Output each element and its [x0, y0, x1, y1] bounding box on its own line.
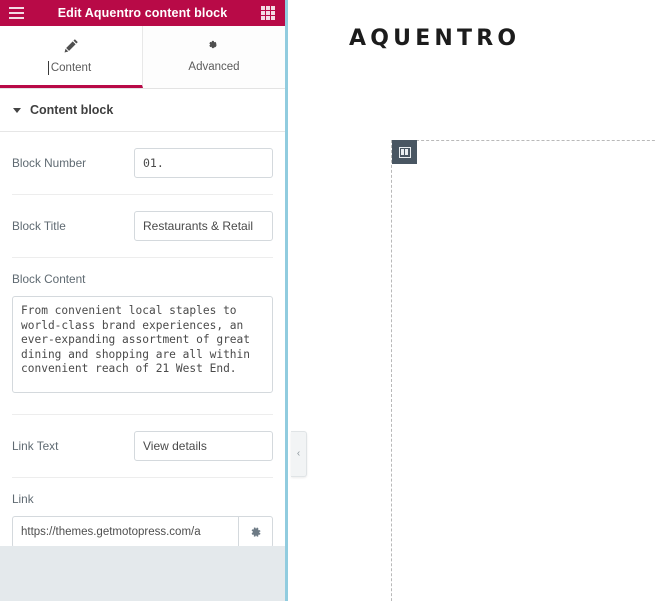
field-row-block-number: Block Number	[12, 132, 273, 195]
section-title: Content block	[30, 103, 114, 117]
block-content-label: Block Content	[12, 272, 86, 286]
panel-header: Edit Aquentro content block	[0, 0, 285, 26]
section-outline[interactable]	[391, 140, 655, 601]
block-title-label: Block Title	[12, 219, 66, 233]
link-url-input[interactable]	[12, 516, 238, 548]
site-header: AQUENTRO	[291, 0, 655, 76]
block-content-textarea[interactable]: From convenient local staples to world-c…	[12, 296, 273, 393]
panel-title: Edit Aquentro content block	[57, 6, 228, 20]
panel-tabs: Content Advanced	[0, 26, 285, 89]
tab-advanced[interactable]: Advanced	[143, 26, 285, 88]
preview-canvas: AQUENTRO 01. Restaurants & Retail From c…	[291, 0, 655, 601]
panel-empty-area	[0, 546, 285, 601]
hamburger-menu-icon[interactable]	[9, 7, 24, 19]
section-drag-handle[interactable]	[392, 140, 417, 164]
link-label: Link	[12, 492, 34, 506]
link-text-label: Link Text	[12, 439, 59, 453]
link-options-gear-icon[interactable]	[238, 516, 273, 548]
block-number-label: Block Number	[12, 156, 87, 170]
link-text-input[interactable]	[134, 431, 273, 461]
panel-form: Block Number Block Title Block Content F…	[0, 132, 285, 564]
panel-collapse-handle[interactable]: ‹	[291, 431, 307, 477]
pencil-icon	[64, 38, 79, 57]
gear-icon	[207, 38, 221, 56]
section-content-block-header[interactable]: Content block	[0, 89, 285, 132]
elementor-editor-screen: Edit Aquentro content block Content Adva…	[0, 0, 655, 601]
tab-content-label: Content	[47, 60, 92, 75]
editor-panel: Edit Aquentro content block Content Adva…	[0, 0, 288, 601]
field-row-link-text: Link Text	[12, 415, 273, 478]
field-row-block-title: Block Title	[12, 195, 273, 258]
block-title-input[interactable]	[134, 211, 273, 241]
grid-apps-icon[interactable]	[261, 6, 275, 20]
site-logo: AQUENTRO	[349, 25, 521, 51]
columns-icon	[398, 146, 411, 158]
chevron-down-icon	[13, 107, 21, 113]
link-input-group	[12, 516, 273, 548]
block-number-input[interactable]	[134, 148, 273, 178]
chevron-left-icon: ‹	[296, 448, 301, 459]
tab-content[interactable]: Content	[0, 26, 143, 88]
tab-advanced-label: Advanced	[188, 61, 240, 73]
field-row-block-content: Block Content From convenient local stap…	[12, 258, 273, 415]
